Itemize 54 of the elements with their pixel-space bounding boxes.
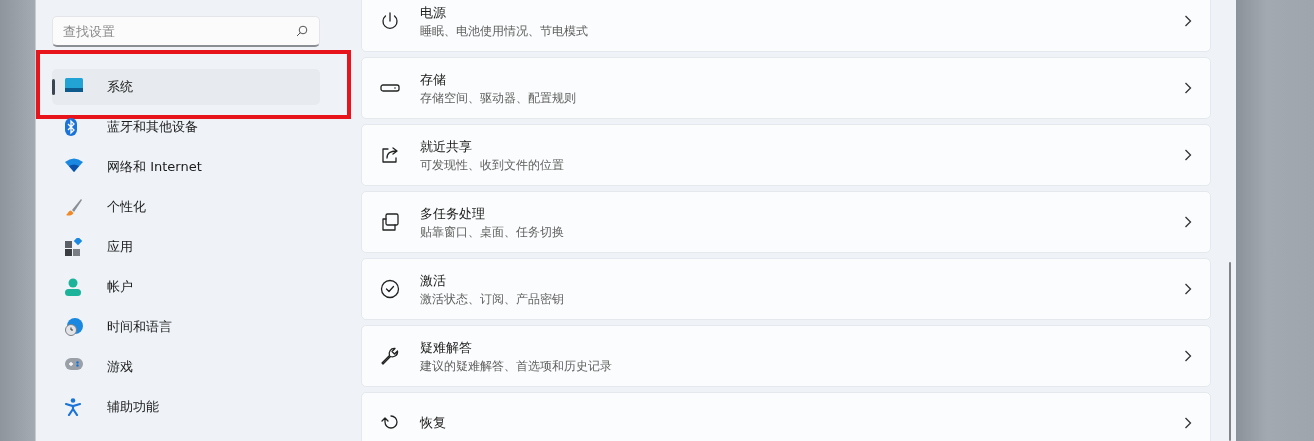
sidebar-item[interactable]: 网络和 Internet — [52, 149, 320, 185]
sidebar-item[interactable]: 应用 — [52, 229, 320, 265]
chevron-right-icon — [1184, 417, 1192, 429]
chevron-right-icon — [1184, 350, 1192, 362]
stacked-windows-icon — [380, 212, 400, 232]
apps-icon — [65, 238, 83, 256]
sidebar-item[interactable]: 时间和语言 — [52, 309, 320, 345]
power-icon — [380, 11, 400, 31]
bluetooth-icon — [65, 118, 77, 136]
card-title: 疑难解答 — [420, 338, 473, 357]
card-title: 存储 — [420, 70, 447, 89]
sidebar-item[interactable]: 系统 — [52, 69, 320, 105]
gamepad-icon — [65, 358, 83, 370]
chevron-right-icon — [1184, 149, 1192, 161]
search-field[interactable]: 查找设置 — [52, 16, 320, 47]
card-subtitle: 睡眠、电池使用情况、节电模式 — [420, 23, 589, 39]
wrench-icon — [380, 346, 400, 366]
accessibility-icon — [65, 398, 81, 416]
settings-card[interactable]: 激活 激活状态、订阅、产品密钥 — [361, 258, 1211, 320]
card-title: 激活 — [420, 271, 447, 290]
sidebar-item[interactable]: 蓝牙和其他设备 — [52, 109, 320, 145]
brush-icon — [65, 198, 83, 216]
sidebar-item[interactable]: 帐户 — [52, 269, 320, 305]
share-icon — [380, 145, 400, 165]
card-subtitle: 可发现性、收到文件的位置 — [420, 157, 565, 173]
monitor-icon — [65, 78, 83, 92]
card-title: 电源 — [420, 3, 447, 22]
sidebar-item[interactable]: 辅助功能 — [52, 389, 320, 425]
person-icon — [65, 278, 81, 296]
chevron-right-icon — [1184, 283, 1192, 295]
settings-card[interactable]: 电源 睡眠、电池使用情况、节电模式 — [361, 0, 1211, 52]
card-subtitle: 激活状态、订阅、产品密钥 — [420, 291, 565, 307]
settings-card[interactable]: 存储 存储空间、驱动器、配置规则 — [361, 57, 1211, 119]
card-subtitle: 贴靠窗口、桌面、任务切换 — [420, 224, 565, 240]
wifi-icon — [65, 158, 83, 172]
search-icon — [296, 25, 308, 37]
sidebar-item[interactable]: 个性化 — [52, 189, 320, 225]
check-circle-icon — [380, 279, 400, 299]
card-subtitle: 存储空间、驱动器、配置规则 — [420, 90, 577, 106]
sidebar-item[interactable]: 游戏 — [52, 349, 320, 385]
settings-card[interactable]: 疑难解答 建议的疑难解答、首选项和历史记录 — [361, 325, 1211, 387]
chevron-right-icon — [1184, 82, 1192, 94]
chevron-right-icon — [1184, 15, 1192, 27]
globe-clock-icon — [65, 318, 83, 336]
card-title: 就近共享 — [420, 137, 473, 156]
card-title: 多任务处理 — [420, 204, 486, 223]
settings-card[interactable]: 多任务处理 贴靠窗口、桌面、任务切换 — [361, 191, 1211, 253]
chevron-right-icon — [1184, 216, 1192, 228]
card-subtitle: 建议的疑难解答、首选项和历史记录 — [420, 358, 613, 374]
settings-card[interactable]: 恢复 — [361, 392, 1211, 441]
scrollbar[interactable] — [1229, 262, 1231, 441]
storage-drive-icon — [380, 83, 400, 93]
settings-card[interactable]: 就近共享 可发现性、收到文件的位置 — [361, 124, 1211, 186]
card-title: 恢复 — [420, 414, 447, 432]
